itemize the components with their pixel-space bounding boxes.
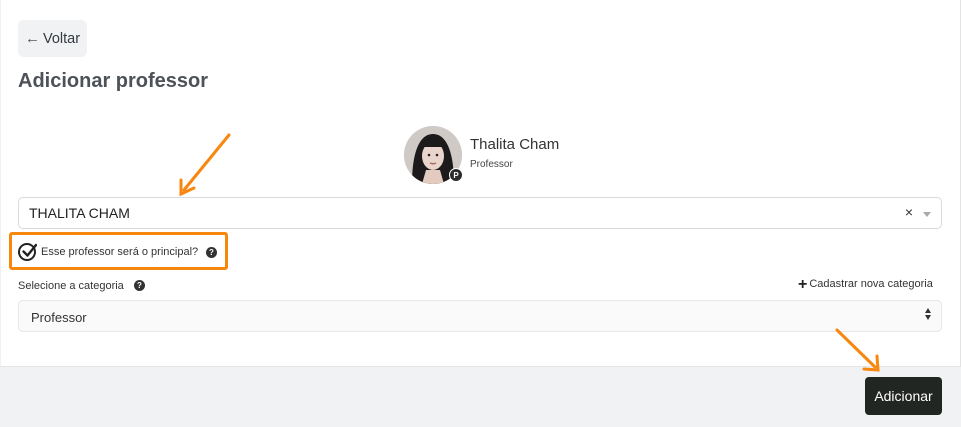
category-select-value: Professor [31,310,87,325]
clear-icon[interactable]: × [905,204,913,220]
question-circle-icon[interactable]: ? [206,247,217,258]
question-circle-icon[interactable]: ? [134,280,145,291]
principal-checkbox[interactable] [18,243,37,261]
page-title: Adicionar professor [18,70,209,92]
teacher-select[interactable]: THALITA CHAM × [18,197,942,229]
profile-name: Thalita Cham [470,136,560,153]
profile-role: Professor [470,159,513,170]
add-button[interactable]: Adicionar [865,377,942,415]
check-icon [22,243,37,257]
back-button[interactable]: ← Voltar [18,20,87,57]
back-button-label: Voltar [42,30,81,47]
chevron-down-icon[interactable] [923,212,931,217]
plus-icon: + [798,276,808,293]
new-category-link[interactable]: + Cadastrar nova categoria [798,276,933,294]
category-select[interactable]: Professor [18,300,942,332]
arrow-left-icon: ← [24,30,40,47]
sort-arrows-icon [925,308,931,320]
modal-footer [0,366,961,427]
category-label: Selecione a categoria [18,280,124,292]
new-category-label: Cadastrar nova categoria [809,278,933,290]
teacher-profile: P Thalita Cham Professor [404,126,604,184]
principal-badge: P [449,168,463,182]
teacher-select-value: THALITA CHAM [29,205,130,221]
principal-checkbox-label[interactable]: Esse professor será o principal? [41,246,198,258]
